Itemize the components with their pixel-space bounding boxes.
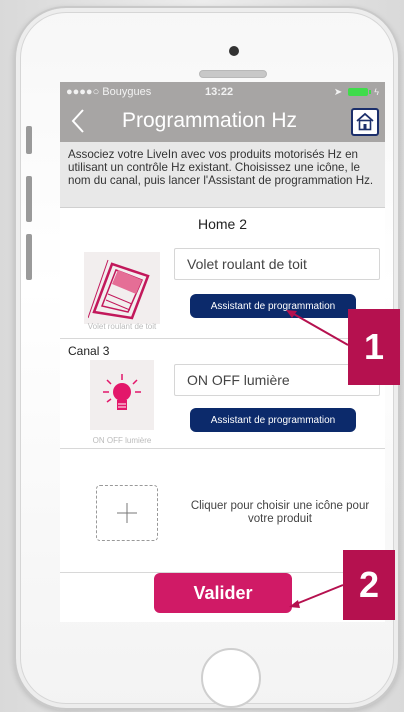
divider bbox=[60, 448, 385, 449]
carrier-label: ●●●●○ Bouygues bbox=[66, 86, 152, 98]
divider bbox=[60, 338, 385, 339]
location-icon: ➤ bbox=[333, 86, 343, 98]
page-title: Programmation Hz bbox=[122, 109, 298, 132]
mute-switch bbox=[26, 126, 32, 154]
plus-icon bbox=[117, 503, 137, 523]
volume-up-button bbox=[26, 176, 32, 222]
clock: 13:22 bbox=[205, 86, 234, 98]
add-product-hint: Cliquer pour choisir une icône pour votr… bbox=[190, 500, 370, 525]
validate-button[interactable]: Valider bbox=[154, 573, 292, 613]
channel-1-caption: Volet roulant de toit bbox=[87, 322, 157, 331]
battery-icon bbox=[348, 88, 372, 96]
section-title: Home 2 bbox=[197, 216, 248, 232]
intro-text: Associez votre LiveIn avec vos produits … bbox=[60, 142, 385, 208]
channel-2-caption: ON OFF lumière bbox=[92, 436, 152, 445]
home-icon bbox=[356, 112, 374, 131]
home-nav-button[interactable] bbox=[351, 108, 379, 136]
charging-icon: ϟ bbox=[374, 87, 379, 97]
callout-badge-1: 1 bbox=[348, 309, 400, 385]
earpiece-speaker bbox=[199, 70, 267, 78]
nav-bar: Programmation Hz bbox=[60, 102, 385, 142]
channel-1-thumbnail[interactable] bbox=[84, 252, 160, 324]
chevron-left-icon bbox=[71, 109, 84, 133]
channel-1-name-field[interactable]: Volet roulant de toit bbox=[174, 248, 380, 280]
add-product-button[interactable] bbox=[96, 485, 158, 541]
app-screen: ●●●●○ Bouygues 13:22 ➤ ϟ Programmation H… bbox=[60, 82, 385, 622]
background: ●●●●○ Bouygues 13:22 ➤ ϟ Programmation H… bbox=[0, 0, 404, 712]
front-camera bbox=[229, 46, 239, 56]
back-button[interactable] bbox=[70, 108, 86, 139]
channel-1-assistant-button[interactable]: Assistant de programmation bbox=[190, 294, 356, 318]
roof-shutter-icon bbox=[88, 259, 150, 320]
light-bulb-icon bbox=[103, 374, 141, 410]
status-bar: ●●●●○ Bouygues 13:22 ➤ ϟ bbox=[60, 82, 385, 102]
volume-down-button bbox=[26, 234, 32, 280]
channel-2-assistant-button[interactable]: Assistant de programmation bbox=[190, 408, 356, 432]
channel-2-label: Canal 3 bbox=[68, 344, 110, 358]
callout-badge-2: 2 bbox=[343, 550, 395, 620]
home-button[interactable] bbox=[201, 648, 261, 708]
channel-2-thumbnail[interactable] bbox=[90, 360, 154, 430]
